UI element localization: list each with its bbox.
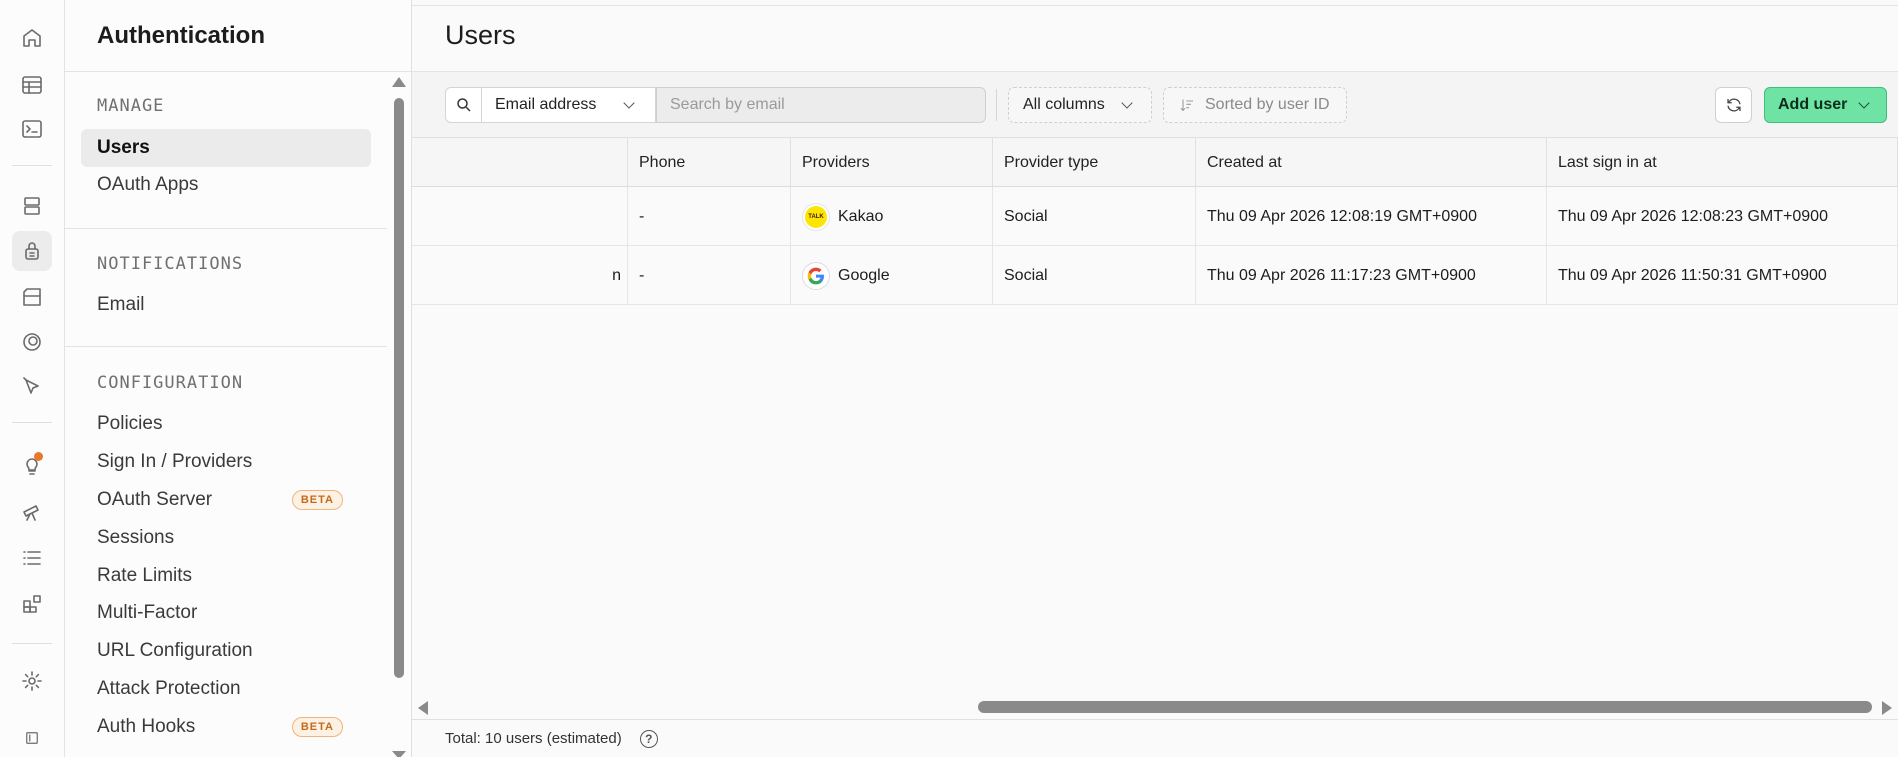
sidebar-item-users[interactable]: Users [81,129,371,167]
total-users-count: Total: 10 users (estimated) [445,730,622,747]
column-header-provider-type[interactable]: Provider type [993,138,1196,187]
sidebar-item-auth-hooks[interactable]: Auth Hooks BETA [81,708,371,746]
table-row[interactable]: - TALK Kakao Social Thu 09 Apr 2026 12:0… [412,187,1898,246]
cell-provider: TALK Kakao [791,187,993,246]
cell-last-sign-in: Thu 09 Apr 2026 12:08:23 GMT+0900 [1547,187,1898,246]
storage-icon[interactable] [12,277,52,317]
sidebar-toggle-icon[interactable] [12,718,52,757]
cell-provider: Google [791,246,993,305]
observability-icon[interactable] [12,491,52,531]
add-user-button[interactable]: Add user [1764,87,1887,123]
provider-name: Google [838,266,890,284]
main-content: Users Email address All columns Sorted b… [412,0,1898,757]
provider-name: Kakao [838,207,884,225]
chevron-down-icon [1121,97,1133,109]
sidebar-header: Authentication [65,0,411,72]
database-icon[interactable] [12,186,52,226]
advisors-icon[interactable] [12,446,52,486]
section-title-manage: MANAGE [97,96,165,116]
scroll-up-arrow[interactable] [392,77,406,87]
table-header: Phone Providers Provider type Created at… [412,138,1898,187]
horizontal-scroll-thumb[interactable] [978,701,1872,713]
sidebar-item-oauth-server[interactable]: OAuth Server BETA [81,481,371,519]
column-header-providers[interactable]: Providers [791,138,993,187]
sidebar-scrollbar[interactable] [394,98,404,678]
cell-phone: - [628,187,791,246]
add-user-label: Add user [1778,96,1848,113]
section-title-notifications: NOTIFICATIONS [97,254,244,274]
search-field-label: Email address [495,96,597,113]
cell-truncated: n [412,246,628,305]
column-header-created-at[interactable]: Created at [1196,138,1547,187]
integrations-icon[interactable] [12,584,52,624]
sidebar-item-rate-limits[interactable]: Rate Limits [81,557,371,595]
table-footer: Total: 10 users (estimated) ? [412,719,1898,757]
auth-sidebar: Authentication MANAGE Users OAuth Apps N… [65,0,412,757]
chevron-down-icon [1858,97,1870,109]
column-header-phone[interactable]: Phone [628,138,791,187]
sidebar-item-policies[interactable]: Policies [81,405,371,443]
refresh-icon [1726,98,1741,112]
horizontal-scrollbar[interactable] [412,696,1898,718]
google-icon [802,261,830,290]
search-input[interactable] [656,87,986,123]
sql-editor-icon[interactable] [12,109,52,149]
sidebar-title: Authentication [97,21,265,49]
section-title-configuration: CONFIGURATION [97,373,244,393]
sort-button[interactable]: Sorted by user ID [1163,87,1347,123]
notification-dot [34,452,43,461]
page-header: Users [412,0,1898,72]
refresh-button[interactable] [1715,87,1752,123]
chevron-down-icon [623,97,635,109]
search-icon[interactable] [445,87,482,123]
sidebar-item-label: Auth Hooks [97,716,196,737]
sort-label: Sorted by user ID [1205,96,1330,113]
all-columns-button[interactable]: All columns [1008,87,1152,123]
cell-created-at: Thu 09 Apr 2026 11:17:23 GMT+0900 [1196,246,1547,305]
sidebar-item-label: OAuth Server [97,489,213,510]
home-icon[interactable] [12,18,52,58]
sidebar-item-oauth-apps[interactable]: OAuth Apps [81,166,371,204]
sidebar-item-sessions[interactable]: Sessions [81,519,371,557]
cell-created-at: Thu 09 Apr 2026 12:08:19 GMT+0900 [1196,187,1547,246]
authentication-icon[interactable] [12,231,52,271]
sidebar-item-email[interactable]: Email [81,286,371,324]
column-header[interactable] [412,138,628,187]
cell-provider-type: Social [993,187,1196,246]
sidebar-item-attack-protection[interactable]: Attack Protection [81,670,371,708]
search-group: Email address [445,87,986,123]
users-table: Phone Providers Provider type Created at… [412,138,1898,305]
settings-gear-icon[interactable] [12,661,52,701]
scroll-right-arrow[interactable] [1882,701,1892,715]
sidebar-item-multi-factor[interactable]: Multi-Factor [81,594,371,632]
search-field-select[interactable]: Email address [482,87,656,123]
cell-phone: - [628,246,791,305]
icon-rail [0,0,65,757]
page-title: Users [445,20,516,50]
toolbar-divider [996,89,997,121]
table-editor-icon[interactable] [12,65,52,105]
column-header-last-sign-in[interactable]: Last sign in at [1547,138,1898,187]
beta-badge: BETA [291,490,343,510]
sort-icon [1180,99,1193,112]
help-icon[interactable]: ? [639,729,658,748]
sidebar-item-url-configuration[interactable]: URL Configuration [81,632,371,670]
edge-functions-icon[interactable] [12,367,52,407]
columns-label: All columns [1023,96,1105,113]
kakao-icon: TALK [802,202,830,231]
beta-badge: BETA [291,717,343,737]
realtime-icon[interactable] [12,322,52,362]
sidebar-item-sign-in-providers[interactable]: Sign In / Providers [81,443,371,481]
scroll-left-arrow[interactable] [418,701,428,715]
users-toolbar: Email address All columns Sorted by user… [412,72,1898,138]
cell-truncated [412,187,628,246]
cell-provider-type: Social [993,246,1196,305]
table-row[interactable]: n - Google Social Thu 09 Apr 2026 11:17:… [412,246,1898,305]
logs-icon[interactable] [12,538,52,578]
scroll-down-arrow[interactable] [392,751,406,757]
cell-last-sign-in: Thu 09 Apr 2026 11:50:31 GMT+0900 [1547,246,1898,305]
